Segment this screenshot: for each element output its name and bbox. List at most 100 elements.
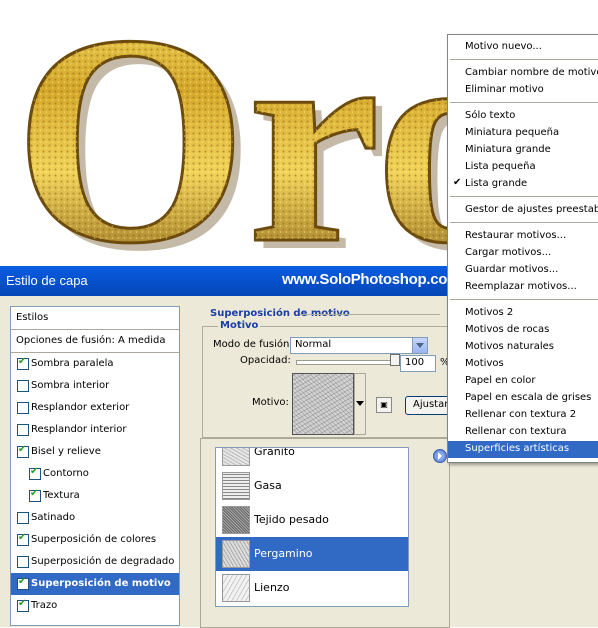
menu-item-label: Cargar motivos... xyxy=(465,247,552,258)
style-item-label: Sombra interior xyxy=(31,380,110,391)
menu-item[interactable]: Papel en color xyxy=(448,373,598,390)
subgroup-title: Motivo xyxy=(218,320,261,331)
style-checkbox[interactable] xyxy=(17,380,29,392)
pattern-item-4[interactable]: Lienzo xyxy=(216,571,408,605)
style-checkbox[interactable] xyxy=(17,444,29,458)
style-item-label: Superposición de colores xyxy=(31,534,157,545)
style-checkbox[interactable] xyxy=(17,356,29,370)
menu-item[interactable]: ✔ Lista grande xyxy=(448,176,598,193)
style-checkbox[interactable] xyxy=(17,598,29,612)
menu-item-label: Motivos xyxy=(465,358,504,369)
menu-item-label: Papel en escala de grises xyxy=(465,392,592,403)
scroll-up-icon[interactable] xyxy=(408,448,409,461)
menu-item[interactable]: Superficies artísticas xyxy=(448,441,598,458)
pattern-dropdown-button[interactable] xyxy=(354,373,366,435)
opacity-slider-thumb[interactable] xyxy=(390,354,400,366)
pattern-context-menu: Motivo nuevo... Cambiar nombre de motivo.… xyxy=(447,34,598,463)
menu-item-label: Lista grande xyxy=(465,178,528,189)
pattern-name: Lienzo xyxy=(254,581,290,594)
opacity-label: Opacidad: xyxy=(240,355,291,366)
style-checkbox[interactable] xyxy=(29,488,41,502)
menu-item[interactable]: Restaurar motivos... xyxy=(448,228,598,245)
menu-item[interactable]: Motivos naturales xyxy=(448,339,598,356)
menu-item[interactable]: Rellenar con textura 2 xyxy=(448,407,598,424)
styles-header[interactable]: Estilos xyxy=(11,307,179,329)
style-checkbox[interactable] xyxy=(17,402,29,414)
style-item-6[interactable]: Textura xyxy=(11,485,179,507)
menu-item[interactable]: Guardar motivos... xyxy=(448,262,598,279)
style-item-5[interactable]: Contorno xyxy=(11,463,179,485)
style-item-0[interactable]: Sombra paralela xyxy=(11,353,179,375)
style-item-9[interactable]: Superposición de degradado xyxy=(11,551,179,573)
pattern-item-3[interactable]: Pergamino xyxy=(216,537,408,571)
style-item-label: Superposición de motivo xyxy=(31,578,171,589)
blend-options-item[interactable]: Opciones de fusión: A medida xyxy=(11,330,179,352)
style-checkbox[interactable] xyxy=(17,576,29,590)
pattern-picker: Granito Gasa Tejido pesado Pergamino Lienzo xyxy=(200,438,450,628)
style-item-8[interactable]: Superposición de colores xyxy=(11,529,179,551)
style-item-label: Trazo xyxy=(31,600,58,611)
menu-item[interactable]: Lista pequeña xyxy=(448,159,598,176)
style-item-label: Satinado xyxy=(31,512,76,523)
blend-mode-select[interactable]: Normal xyxy=(290,337,428,354)
scrollbar-thumb[interactable] xyxy=(408,510,409,536)
style-checkbox[interactable] xyxy=(17,512,29,524)
style-item-label: Textura xyxy=(43,490,80,501)
menu-item[interactable]: Cambiar nombre de motivo... xyxy=(448,65,598,82)
menu-item-label: Sólo texto xyxy=(465,110,516,121)
style-item-1[interactable]: Sombra interior xyxy=(11,375,179,397)
menu-item[interactable]: Papel en escala de grises xyxy=(448,390,598,407)
scroll-down-icon[interactable] xyxy=(408,593,409,606)
style-item-2[interactable]: Resplandor exterior xyxy=(11,397,179,419)
menu-item-label: Reemplazar motivos... xyxy=(465,281,577,292)
menu-item[interactable]: Gestor de ajustes preestablecidos... xyxy=(448,202,598,219)
menu-item-label: Papel en color xyxy=(465,375,536,386)
pattern-name: Tejido pesado xyxy=(254,513,329,526)
menu-item-label: Cambiar nombre de motivo... xyxy=(465,67,598,78)
style-checkbox[interactable] xyxy=(17,424,29,436)
style-item-7[interactable]: Satinado xyxy=(11,507,179,529)
menu-separator xyxy=(450,102,598,103)
opacity-field[interactable]: 100 xyxy=(400,355,436,372)
pattern-list-scrollbar[interactable] xyxy=(408,448,409,606)
style-item-label: Resplandor interior xyxy=(31,424,127,435)
menu-separator xyxy=(450,299,598,300)
menu-item[interactable]: Sólo texto xyxy=(448,108,598,125)
pattern-item-2[interactable]: Tejido pesado xyxy=(216,503,408,537)
opacity-slider[interactable] xyxy=(296,360,398,365)
style-item-11[interactable]: Trazo xyxy=(11,595,179,617)
menu-item[interactable]: Miniatura grande xyxy=(448,142,598,159)
picker-menu-arrow-icon[interactable] xyxy=(433,449,447,463)
menu-item[interactable]: Rellenar con textura xyxy=(448,424,598,441)
dialog-title: Estilo de capa xyxy=(6,273,88,288)
menu-item[interactable]: Miniatura pequeña xyxy=(448,125,598,142)
style-checkbox[interactable] xyxy=(17,556,29,568)
menu-item[interactable]: Motivos 2 xyxy=(448,305,598,322)
snap-to-origin-button[interactable]: Ajustar xyxy=(405,396,451,415)
pattern-item-0[interactable]: Granito xyxy=(216,448,408,469)
new-preset-icon[interactable]: ▣ xyxy=(376,397,392,413)
menu-item[interactable]: Eliminar motivo xyxy=(448,82,598,99)
menu-item[interactable]: Cargar motivos... xyxy=(448,245,598,262)
style-checkbox[interactable] xyxy=(29,466,41,480)
style-item-3[interactable]: Resplandor interior xyxy=(11,419,179,441)
menu-separator xyxy=(450,222,598,223)
menu-item-label: Miniatura pequeña xyxy=(465,127,560,138)
style-checkbox[interactable] xyxy=(17,532,29,546)
menu-item-label: Lista pequeña xyxy=(465,161,536,172)
style-item-4[interactable]: Bisel y relieve xyxy=(11,441,179,463)
style-item-10[interactable]: Superposición de motivo xyxy=(11,573,179,595)
menu-item[interactable]: Reemplazar motivos... xyxy=(448,279,598,296)
pattern-item-1[interactable]: Gasa xyxy=(216,469,408,503)
menu-item[interactable]: Motivo nuevo... xyxy=(448,39,598,56)
check-icon: ✔ xyxy=(453,177,462,188)
chevron-down-icon[interactable] xyxy=(412,338,427,353)
menu-item-label: Motivo nuevo... xyxy=(465,41,542,52)
menu-item-label: Miniatura grande xyxy=(465,144,551,155)
menu-item-label: Rellenar con textura xyxy=(465,426,567,437)
menu-item[interactable]: Motivos de rocas xyxy=(448,322,598,339)
menu-item-label: Motivos de rocas xyxy=(465,324,550,335)
menu-item-label: Restaurar motivos... xyxy=(465,230,567,241)
pattern-swatch[interactable] xyxy=(292,373,354,435)
menu-item[interactable]: Motivos xyxy=(448,356,598,373)
